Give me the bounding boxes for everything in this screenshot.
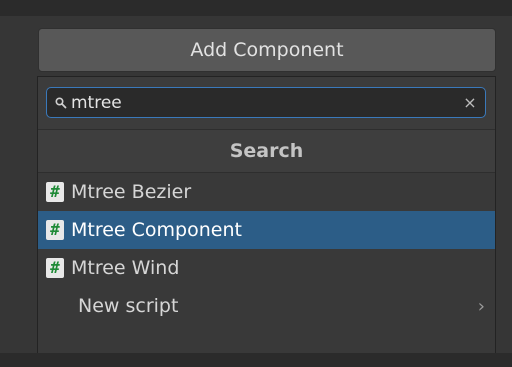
list-item-label: New script	[78, 295, 179, 317]
list-item-label: Mtree Component	[71, 219, 242, 241]
add-component-button[interactable]: Add Component	[38, 28, 496, 72]
search-row: ×	[38, 77, 495, 129]
window-top-strip	[0, 0, 512, 16]
window-bottom-strip	[0, 353, 512, 367]
results-list: # Mtree Bezier # Mtree Component # Mtree…	[38, 173, 495, 325]
search-input[interactable]	[69, 89, 459, 116]
list-item-label: Mtree Bezier	[71, 181, 192, 203]
search-icon	[53, 95, 69, 111]
list-item-new-script[interactable]: New script ›	[38, 287, 495, 325]
search-field[interactable]: ×	[46, 87, 486, 118]
list-item-mtree-bezier[interactable]: # Mtree Bezier	[38, 173, 495, 211]
csharp-script-icon: #	[46, 182, 64, 202]
csharp-script-icon: #	[46, 258, 64, 278]
clear-search-icon[interactable]: ×	[459, 92, 481, 114]
search-results-header: Search	[38, 129, 495, 173]
csharp-script-icon: #	[46, 220, 64, 240]
list-item-mtree-component[interactable]: # Mtree Component	[38, 211, 495, 249]
add-component-popup: × Search # Mtree Bezier # Mtree Componen…	[37, 76, 496, 367]
chevron-right-icon: ›	[477, 295, 485, 317]
list-item-label: Mtree Wind	[71, 257, 180, 279]
list-item-mtree-wind[interactable]: # Mtree Wind	[38, 249, 495, 287]
